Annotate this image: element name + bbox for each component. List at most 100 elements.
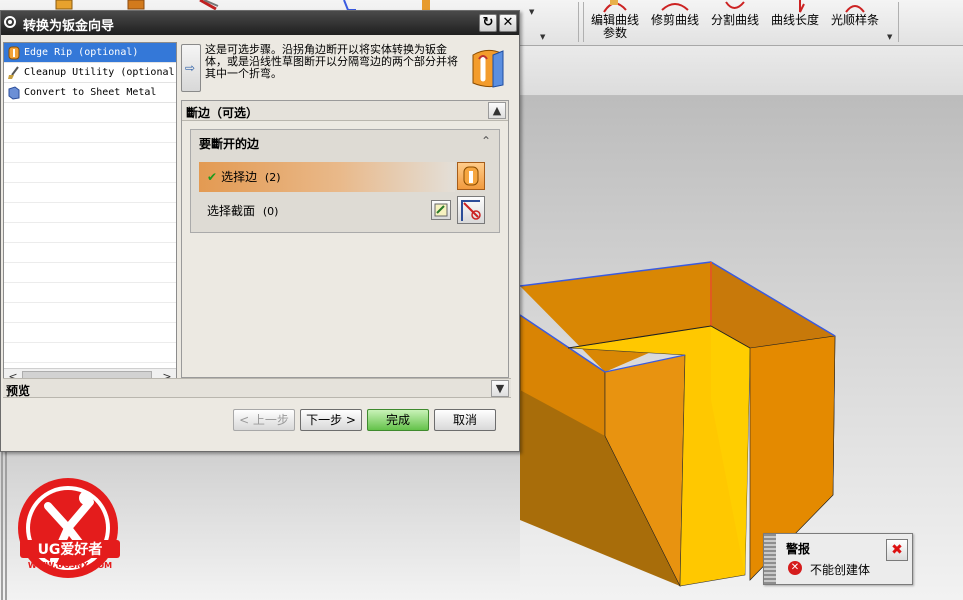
alert-popup: 警报 ✕ 不能创建体 ✖ (763, 533, 913, 585)
preview-label: 预览 (6, 384, 31, 398)
divide-curve-icon (725, 1, 745, 9)
select-edge-row[interactable]: ✔ 选择边 (2) (199, 162, 455, 192)
expand-preview-button[interactable]: ▼ (491, 380, 509, 397)
step-cleanup-utility[interactable]: Cleanup Utility (optional) (4, 63, 176, 83)
edge-rip-icon (8, 46, 20, 60)
smooth-spline-icon (845, 5, 865, 13)
curve-length-icon (799, 0, 805, 13)
toolbar-icon-1[interactable] (52, 0, 76, 10)
toolbar-icon-3[interactable] (196, 0, 220, 10)
divide-curve-label: 分割曲线 (710, 13, 759, 27)
trim-curve-button[interactable]: 修剪曲线 (648, 0, 702, 44)
list-item (4, 323, 176, 343)
step-label: Convert to Sheet Metal (24, 87, 157, 98)
select-edge-button[interactable] (457, 162, 485, 190)
collapse-section-button[interactable]: ▲ (488, 102, 506, 119)
select-section-row[interactable]: 选择截面 (0) (199, 196, 455, 226)
cancel-button[interactable]: 取消 (434, 409, 496, 431)
back-button[interactable]: < 上一步 (233, 409, 295, 431)
select-section-button[interactable] (457, 196, 485, 224)
viewport-divider (5, 452, 7, 600)
drag-handle[interactable] (764, 534, 776, 584)
sketch-icon (434, 203, 448, 217)
close-alert-button[interactable]: ✖ (886, 539, 908, 561)
step-label: Cleanup Utility (optional) (24, 67, 176, 78)
list-item (4, 163, 176, 183)
svg-text:WWW.UGSNX.COM: WWW.UGSNX.COM (28, 561, 112, 570)
step-description: 这是可选步骤。沿拐角边断开以将实体转换为钣金体，或是沿线性草图断开以分隔弯边的两… (205, 43, 458, 80)
broom-icon (8, 66, 19, 79)
next-button[interactable]: 下一步 > (300, 409, 362, 431)
edit-curve-label-2: 参数 (602, 26, 627, 40)
select-edge-count: (2) (264, 171, 281, 184)
list-item (4, 143, 176, 163)
dropdown-arrow-icon[interactable]: ▼ (887, 33, 892, 41)
finish-button[interactable]: 完成 (367, 409, 429, 431)
edit-curve-params-button[interactable]: 编辑曲线 参数 (588, 0, 642, 44)
reset-button[interactable]: ↻ (479, 14, 497, 32)
preview-section-header[interactable]: 预览 ▼ (3, 378, 511, 398)
curve-length-label: 曲线长度 (770, 13, 819, 27)
toolbar-separator (578, 2, 579, 42)
svg-text:UG爱好者: UG爱好者 (38, 541, 103, 558)
sheet-metal-icon (8, 86, 20, 100)
alert-title: 警报 (786, 542, 811, 556)
edge-rip-large-icon (472, 49, 504, 88)
group-title: 要斷开的边 (199, 137, 260, 151)
close-button[interactable]: ✕ (499, 14, 517, 32)
checkmark-icon: ✔ (207, 170, 218, 184)
gear-icon[interactable] (3, 15, 17, 29)
toolbar-separator (898, 2, 899, 42)
next-step-nav-button[interactable]: ⇨ (181, 44, 201, 92)
step-edge-rip[interactable]: Edge Rip (optional) (4, 43, 176, 63)
dropdown-arrow-icon[interactable]: ▼ (540, 33, 545, 41)
smooth-spline-label: 光顺样条 (830, 13, 879, 27)
curve-length-button[interactable]: 曲线长度 (768, 0, 822, 44)
trim-curve-label: 修剪曲线 (650, 13, 699, 27)
reset-icon: ↻ (482, 15, 494, 30)
list-item (4, 303, 176, 323)
dialog-title: 转换为钣金向导 (23, 19, 115, 34)
list-item (4, 243, 176, 263)
list-item (4, 263, 176, 283)
chevron-down-icon: ▼ (495, 382, 505, 395)
step-label: Edge Rip (optional) (24, 47, 139, 58)
list-item (4, 283, 176, 303)
edit-curve-icon (603, 0, 627, 13)
chevron-up-icon[interactable]: ⌃ (481, 134, 491, 148)
chevron-up-icon: ▲ (492, 104, 502, 117)
edge-rip-section: 斷边（可选） ▲ 要斷开的边 ⌃ ✔ 选择边 (2) 选择截面 (0) (181, 100, 509, 378)
section-header[interactable]: 斷边（可选） ▲ (182, 101, 508, 121)
ug-fans-logo: UG爱好者 WWW.UGSNX.COM (18, 478, 120, 578)
smooth-spline-button[interactable]: 光顺样条 (828, 0, 882, 44)
error-icon: ✕ (788, 561, 802, 575)
list-item (4, 123, 176, 143)
alert-message: 不能创建体 (810, 563, 871, 577)
secondary-toolbar (520, 46, 963, 96)
section-curve-icon (461, 200, 481, 221)
close-icon: ✖ (891, 542, 903, 558)
sketch-section-button[interactable] (431, 200, 451, 220)
edge-select-icon (463, 166, 479, 186)
select-section-label: 选择截面 (207, 204, 256, 218)
list-item (4, 223, 176, 243)
divide-curve-button[interactable]: 分割曲线 (708, 0, 762, 44)
list-item (4, 203, 176, 223)
sheet-metal-model[interactable] (520, 96, 963, 600)
edges-to-rip-group: 要斷开的边 ⌃ ✔ 选择边 (2) 选择截面 (0) (190, 129, 500, 233)
viewport-divider (1, 452, 3, 600)
wizard-step-list[interactable]: Edge Rip (optional) Cleanup Utility (opt… (3, 42, 177, 386)
graphics-viewport[interactable] (520, 96, 963, 600)
convert-to-sheet-metal-wizard: 转换为钣金向导 ↻ ✕ Edge Rip (optional) Cleanup … (0, 10, 520, 452)
trim-curve-icon (661, 3, 689, 11)
list-item (4, 103, 176, 123)
list-item (4, 343, 176, 363)
close-icon: ✕ (502, 15, 514, 30)
toolbar-icon-2[interactable] (124, 0, 148, 10)
step-convert-sheet-metal[interactable]: Convert to Sheet Metal (4, 83, 176, 103)
list-item (4, 183, 176, 203)
select-section-count: (0) (262, 205, 279, 218)
section-title: 斷边（可选） (186, 106, 259, 120)
dropdown-arrow-icon[interactable]: ▼ (529, 8, 534, 16)
dialog-titlebar[interactable]: 转换为钣金向导 ↻ ✕ (1, 11, 519, 35)
